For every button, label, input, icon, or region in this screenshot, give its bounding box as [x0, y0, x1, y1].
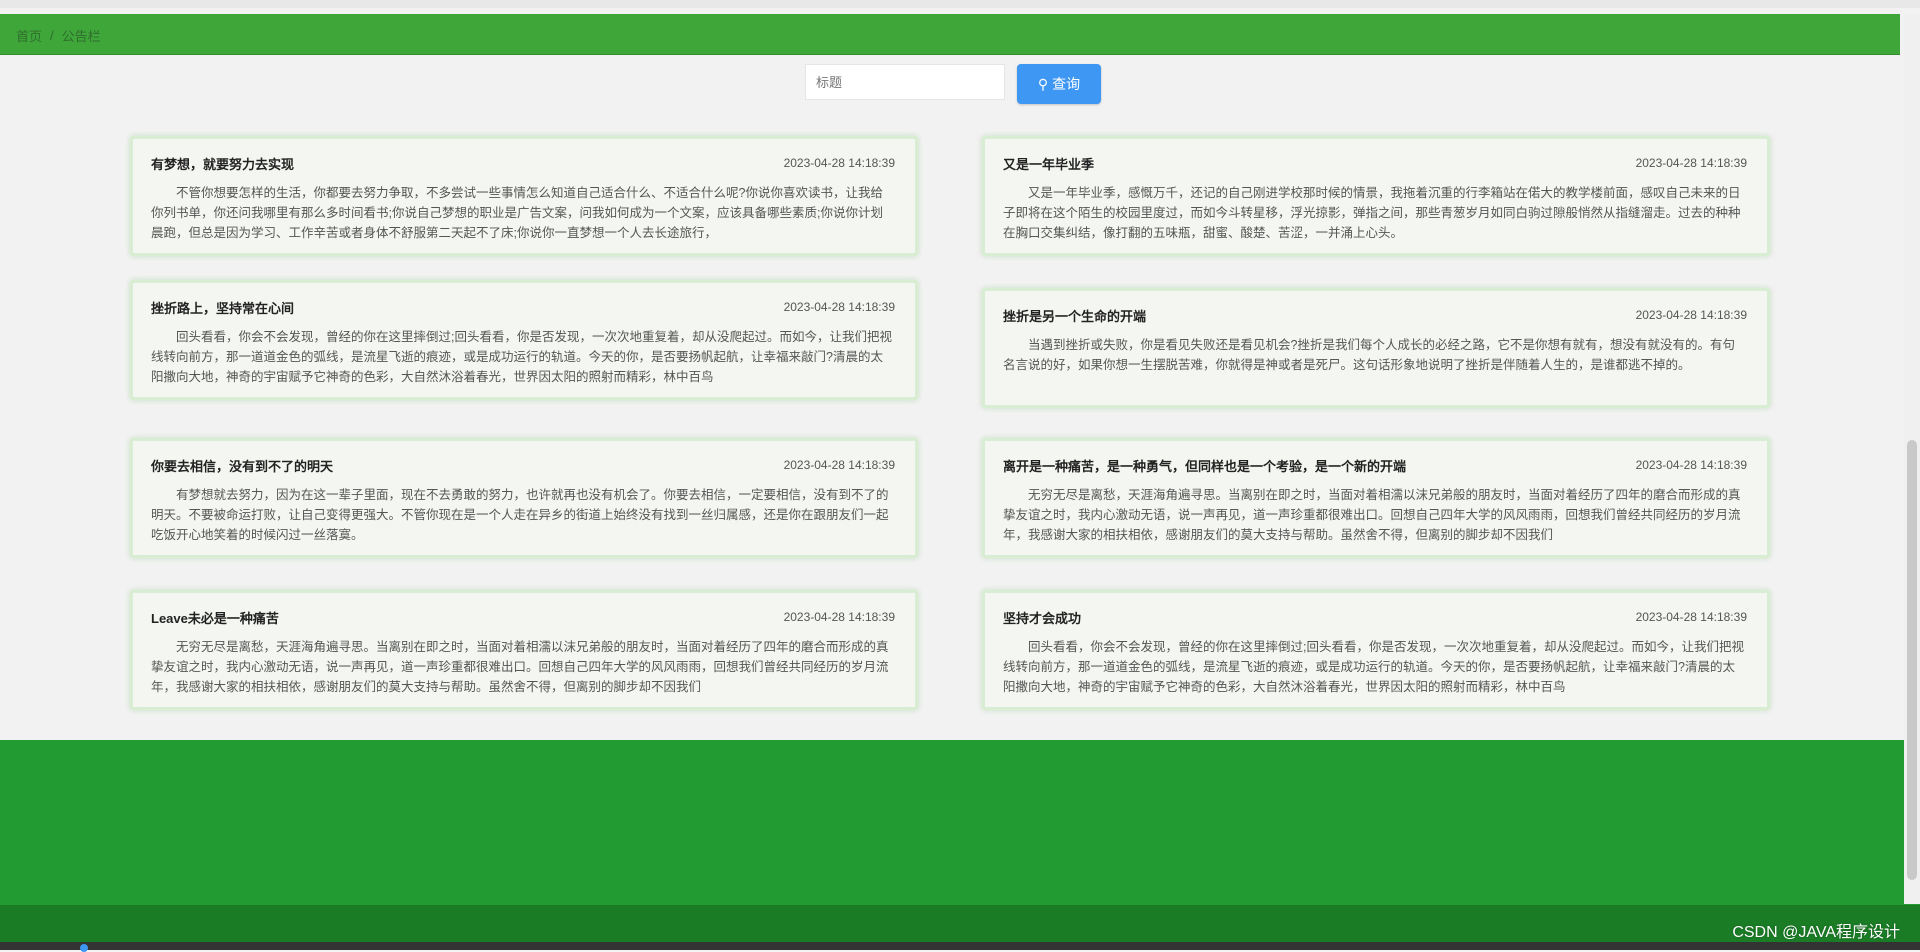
- csdn-watermark: CSDN @JAVA程序设计: [1732, 924, 1900, 941]
- header-bar: 首页 / 公告栏: [0, 14, 1900, 55]
- bottom-strip: [0, 942, 1920, 950]
- breadcrumb: 首页 / 公告栏: [16, 26, 101, 45]
- card-title[interactable]: 你要去相信，没有到不了的明天: [151, 456, 333, 475]
- card-time: 2023-04-28 14:18:39: [1635, 458, 1747, 472]
- card-content: 当遇到挫折或失败，你是看见失败还是看见机会?挫折是我们每个人成长的必经之路，它不…: [1003, 338, 1735, 372]
- notice-card[interactable]: 有梦想，就要努力去实现 2023-04-28 14:18:39 不管你想要怎样的…: [130, 136, 918, 256]
- card-content: 回头看看，你会不会发现，曾经的你在这里摔倒过;回头看看，你是否发现，一次次地重复…: [151, 330, 892, 384]
- card-time: 2023-04-28 14:18:39: [783, 300, 895, 314]
- breadcrumb-current: 公告栏: [61, 29, 101, 44]
- card-title[interactable]: 坚持才会成功: [1003, 608, 1081, 627]
- card-content: 回头看看，你会不会发现，曾经的你在这里摔倒过;回头看看，你是否发现，一次次地重复…: [1003, 640, 1744, 694]
- browser-top-strip: [0, 0, 1920, 8]
- card-time: 2023-04-28 14:18:39: [783, 458, 895, 472]
- card-time: 2023-04-28 14:18:39: [783, 156, 895, 170]
- card-title[interactable]: 挫折是另一个生命的开端: [1003, 306, 1146, 325]
- footer-area: [0, 740, 1920, 905]
- breadcrumb-separator: /: [50, 28, 54, 43]
- card-content: 又是一年毕业季，感慨万千，还记的自己刚进学校那时候的情景，我拖着沉重的行李箱站在…: [1003, 186, 1741, 240]
- notice-card[interactable]: 挫折是另一个生命的开端 2023-04-28 14:18:39 当遇到挫折或失败…: [982, 288, 1770, 408]
- card-title[interactable]: Leave未必是一种痛苦: [151, 608, 279, 627]
- search-icon: ⚲: [1037, 75, 1049, 92]
- card-title[interactable]: 又是一年毕业季: [1003, 154, 1094, 173]
- card-time: 2023-04-28 14:18:39: [1635, 308, 1747, 322]
- notice-card[interactable]: 又是一年毕业季 2023-04-28 14:18:39 又是一年毕业季，感慨万千…: [982, 136, 1770, 256]
- query-button[interactable]: ⚲ 查询: [1017, 64, 1101, 104]
- card-time: 2023-04-28 14:18:39: [783, 610, 895, 624]
- card-title[interactable]: 挫折路上，坚持常在心间: [151, 298, 294, 317]
- scrollbar-thumb[interactable]: [1907, 440, 1917, 880]
- progress-indicator: [80, 944, 88, 952]
- breadcrumb-home[interactable]: 首页: [16, 26, 42, 45]
- card-content: 无穷无尽是离愁，天涯海角遍寻思。当离别在即之时，当面对着相濡以沫兄弟般的朋友时，…: [1003, 488, 1741, 542]
- card-time: 2023-04-28 14:18:39: [1635, 156, 1747, 170]
- notice-card[interactable]: 你要去相信，没有到不了的明天 2023-04-28 14:18:39 有梦想就去…: [130, 438, 918, 558]
- search-bar: ⚲ 查询: [805, 64, 1101, 104]
- footer-bottom-bar: [0, 905, 1920, 945]
- card-time: 2023-04-28 14:18:39: [1635, 610, 1747, 624]
- notice-card[interactable]: 坚持才会成功 2023-04-28 14:18:39 回头看看，你会不会发现，曾…: [982, 590, 1770, 710]
- card-content: 无穷无尽是离愁，天涯海角遍寻思。当离别在即之时，当面对着相濡以沫兄弟般的朋友时，…: [151, 640, 889, 694]
- query-button-label: 查询: [1052, 76, 1081, 92]
- title-search-input[interactable]: [805, 64, 1005, 100]
- notice-card[interactable]: 挫折路上，坚持常在心间 2023-04-28 14:18:39 回头看看，你会不…: [130, 280, 918, 400]
- card-content: 不管你想要怎样的生活，你都要去努力争取，不多尝试一些事情怎么知道自己适合什么、不…: [151, 186, 883, 240]
- card-title[interactable]: 有梦想，就要努力去实现: [151, 154, 294, 173]
- card-title[interactable]: 离开是一种痛苦，是一种勇气，但同样也是一个考验，是一个新的开端: [1003, 456, 1406, 475]
- card-content: 有梦想就去努力，因为在这一辈子里面，现在不去勇敢的努力，也许就再也没有机会了。你…: [151, 488, 889, 542]
- notice-card[interactable]: Leave未必是一种痛苦 2023-04-28 14:18:39 无穷无尽是离愁…: [130, 590, 918, 710]
- notice-card[interactable]: 离开是一种痛苦，是一种勇气，但同样也是一个考验，是一个新的开端 2023-04-…: [982, 438, 1770, 558]
